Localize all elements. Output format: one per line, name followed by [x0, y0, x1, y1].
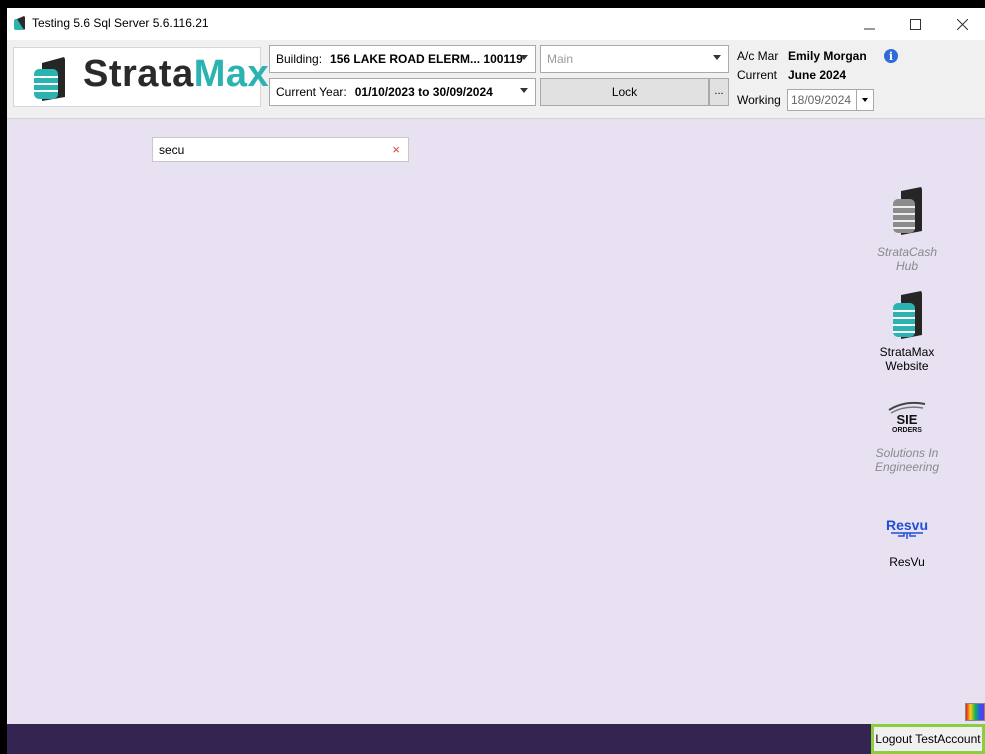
logout-button[interactable]: Logout TestAccount [871, 724, 985, 754]
current-year-value: 01/10/2023 to 30/09/2024 [354, 85, 493, 99]
window-title: Testing 5.6 Sql Server 5.6.116.21 [32, 16, 209, 30]
current-year-label: Current Year: [276, 85, 347, 99]
stratamax-icon [893, 291, 922, 339]
app-icon [14, 16, 25, 30]
color-theme-icon[interactable] [965, 703, 985, 721]
tile-resvu[interactable]: Resvu ResVu [867, 517, 947, 569]
current-year-combo[interactable]: Current Year: 01/10/2023 to 30/09/2024 [269, 78, 536, 106]
logo-wordmark: StrataMax [83, 53, 270, 95]
clear-search-icon[interactable]: × [392, 142, 400, 157]
tile-label: StrataCash Hub [876, 245, 938, 273]
search-input[interactable]: secu × [152, 137, 409, 162]
stratacash-icon [893, 187, 922, 235]
maximize-icon [909, 18, 921, 30]
info-icon[interactable]: i [884, 49, 898, 63]
account-manager-label: A/c Mar [737, 49, 779, 63]
lock-button[interactable]: Lock [540, 78, 709, 106]
chevron-down-icon [520, 88, 528, 93]
tile-solutions-in-engineering[interactable]: SIE ORDERS Solutions In Engineering [867, 400, 947, 474]
sie-orders-icon: SIE ORDERS [888, 401, 926, 434]
account-manager-value: Emily Morgan [788, 49, 867, 63]
minimize-button[interactable] [846, 8, 892, 40]
building-value: 156 LAKE ROAD ELERM... 100119 [330, 52, 523, 66]
minimize-icon [863, 28, 875, 29]
app-window: Testing 5.6 Sql Server 5.6.116.21 Strata… [7, 8, 985, 754]
main-area: secu × StrataCash Hub StrataMax Website … [7, 119, 985, 724]
tile-label: ResVu [889, 555, 925, 569]
svg-text:SIE: SIE [897, 412, 918, 427]
chevron-down-icon[interactable] [856, 90, 873, 110]
header-toolbar: StrataMax Building: 156 LAKE ROAD ELERM.… [7, 40, 985, 119]
title-bar[interactable]: Testing 5.6 Sql Server 5.6.116.21 [7, 8, 985, 40]
tile-label: Solutions In Engineering [874, 446, 940, 474]
working-date-value: 18/09/2024 [791, 93, 852, 107]
chevron-down-icon [520, 55, 528, 60]
svg-text:ORDERS: ORDERS [892, 427, 922, 434]
svg-text:Resvu: Resvu [886, 517, 928, 533]
working-date-picker[interactable]: 18/09/2024 [787, 89, 874, 111]
close-icon [956, 18, 968, 30]
resvu-icon: Resvu [886, 517, 928, 539]
chevron-down-icon [713, 55, 721, 60]
working-date-label: Working [737, 93, 781, 107]
main-combo[interactable]: Main [540, 45, 729, 73]
search-input-value: secu [159, 143, 185, 157]
main-combo-value: Main [547, 52, 574, 66]
footer-bar [7, 724, 985, 754]
stratamax-logo: StrataMax [13, 47, 269, 107]
maximize-button[interactable] [892, 8, 938, 40]
more-button[interactable]: ... [709, 78, 729, 106]
building-combo[interactable]: Building: 156 LAKE ROAD ELERM... 100119 [269, 45, 536, 73]
tile-stratamax-website[interactable]: StrataMax Website [867, 291, 947, 373]
stratamax-logo-icon [34, 57, 65, 101]
current-period-value: June 2024 [788, 68, 847, 82]
tile-stratacash-hub[interactable]: StrataCash Hub [867, 187, 947, 273]
current-period-label: Current [737, 68, 778, 82]
building-label: Building: [276, 52, 323, 66]
close-button[interactable] [939, 8, 985, 40]
tile-label: StrataMax Website [879, 345, 935, 373]
